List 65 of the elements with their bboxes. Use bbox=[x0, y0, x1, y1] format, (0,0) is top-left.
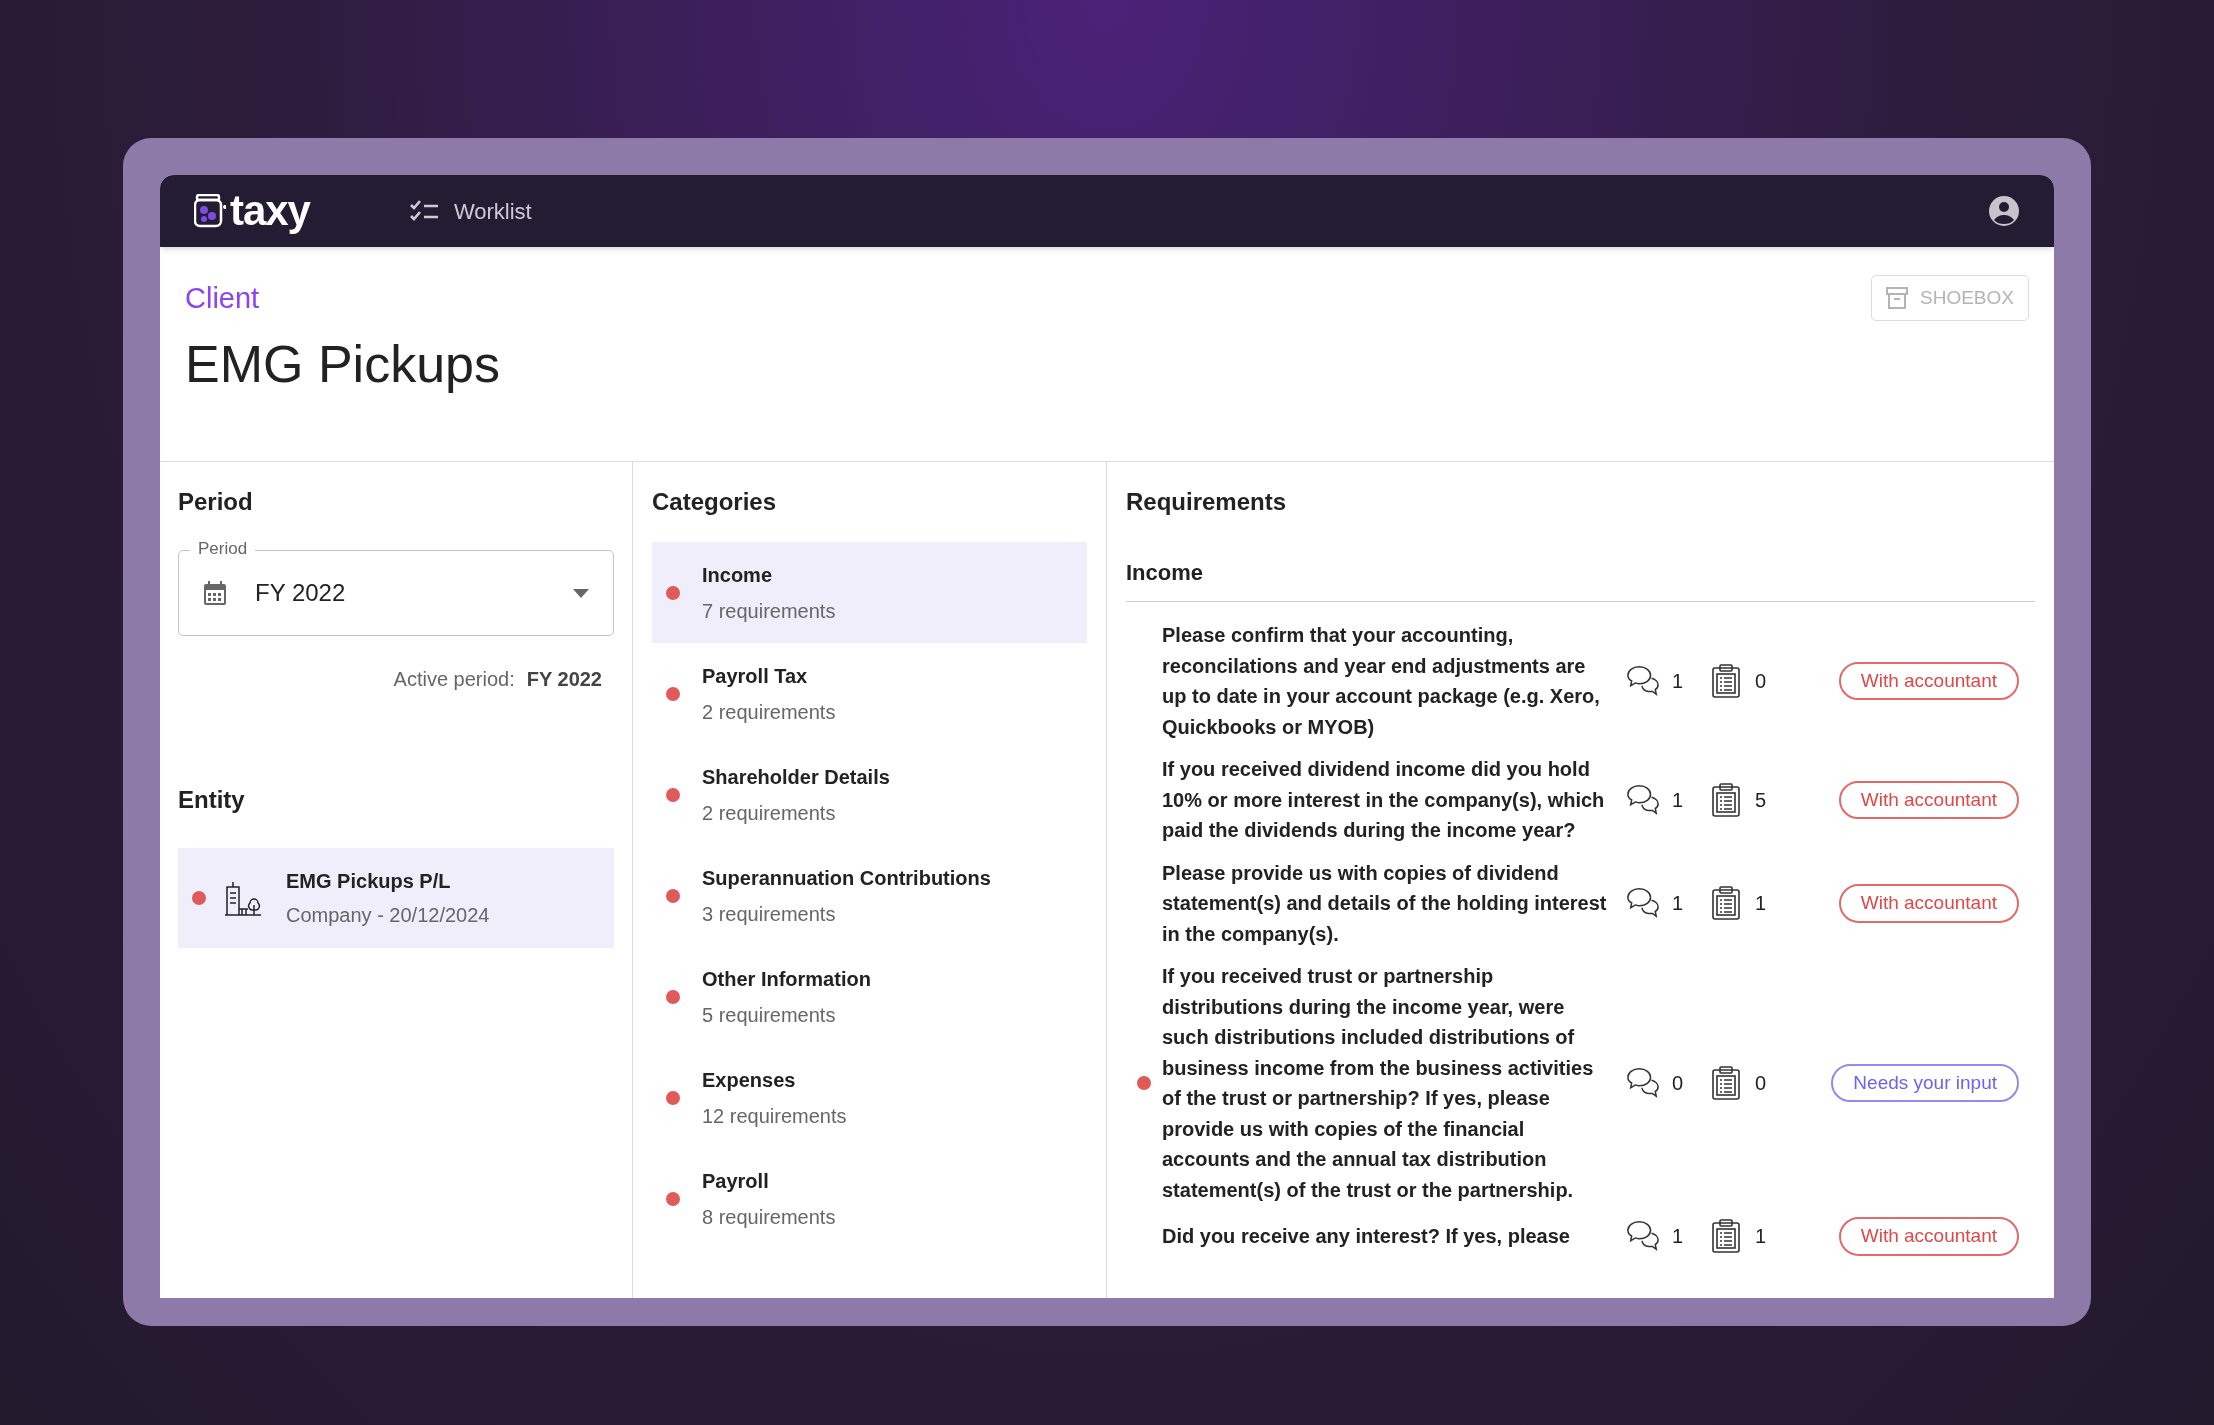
category-name: Income bbox=[702, 562, 774, 588]
comment-count: 1 bbox=[1672, 891, 1685, 917]
clipboard-icon bbox=[1710, 781, 1741, 818]
category-name: Superannuation Contributions bbox=[702, 865, 991, 891]
chat-bubbles-icon bbox=[1626, 1066, 1660, 1100]
category-count: 12 requirements bbox=[702, 1103, 847, 1129]
jar-logo-icon bbox=[194, 194, 226, 228]
section-heading: Income bbox=[1126, 556, 2035, 602]
category-count: 3 requirements bbox=[702, 901, 837, 927]
archive-icon bbox=[1886, 287, 1908, 309]
document-count: 1 bbox=[1754, 1224, 1766, 1250]
document-count: 5 bbox=[1754, 787, 1766, 813]
requirement-text: Please confirm that your accounting, reconcilations and year end adjustments are up to date in your account package (e.g. Xero, Quickbooks or MYOB) bbox=[1162, 623, 1601, 740]
period-value: FY 2022 bbox=[255, 578, 347, 608]
comment-count: 0 bbox=[1672, 1071, 1685, 1096]
category-item[interactable]: Income 7 requirements bbox=[652, 542, 1087, 643]
checklist-icon bbox=[409, 200, 440, 222]
comment-count: 1 bbox=[1672, 1224, 1685, 1250]
client-name: EMG Pickups bbox=[185, 333, 500, 395]
status-badge: With accountant bbox=[1838, 884, 2019, 923]
requirement-text: Please provide us with copies of dividend statement(s) and details of the holding interest in the company(s). bbox=[1162, 860, 1608, 947]
comment-count: 1 bbox=[1672, 787, 1685, 813]
category-name: Payroll Tax bbox=[702, 663, 809, 689]
document-count: 0 bbox=[1754, 1071, 1766, 1096]
status-badge: With accountant bbox=[1838, 1217, 2019, 1256]
status-badge: With accountant bbox=[1838, 780, 2019, 819]
requirement-text: If you received dividend income did you hold 10% or more interest in the company(s), which paid the dividends during the income year? bbox=[1162, 757, 1606, 843]
category-count: 7 requirements bbox=[702, 598, 836, 624]
account-icon[interactable] bbox=[1988, 195, 2020, 227]
category-name: Shareholder Details bbox=[702, 764, 890, 790]
requirement-text: Did you receive any interest? If yes, please bbox=[1162, 1224, 1571, 1249]
clipboard-icon bbox=[1710, 1065, 1741, 1101]
entity-name: EMG Pickups P/L bbox=[286, 869, 452, 894]
category-name: Other Information bbox=[702, 966, 871, 992]
entity-item[interactable]: EMG Pickups P/L Company - 20/12/2024 bbox=[178, 848, 614, 948]
category-count: 5 requirements bbox=[702, 1002, 837, 1028]
status-badge: Needs your input bbox=[1831, 1063, 2019, 1103]
entity-detail: Company - 20/12/2024 bbox=[286, 903, 490, 928]
category-count: 8 requirements bbox=[702, 1204, 836, 1230]
category-count: 2 requirements bbox=[702, 800, 837, 826]
requirement-text: If you received trust or partnership distributions during the income year, were such distributions included distributions of business income from the business activities of the trust or partnership? If yes, please provide us with copies of the financial accounts and the annual tax distribution statement(s) of the trust or the partnership. bbox=[1162, 964, 1595, 1203]
requirements-heading: Requirements bbox=[1126, 487, 1288, 517]
categories-heading: Categories bbox=[652, 487, 778, 517]
clipboard-icon bbox=[1710, 1218, 1741, 1255]
active-period-value: FY 2022 bbox=[526, 667, 602, 692]
category-name: Expenses bbox=[702, 1067, 797, 1093]
chat-bubbles-icon bbox=[1626, 664, 1660, 698]
client-label: Client bbox=[185, 281, 261, 316]
active-period-label: Active period: bbox=[393, 667, 515, 692]
calendar-icon bbox=[203, 580, 227, 606]
category-count: 2 requirements bbox=[702, 699, 836, 725]
document-count: 1 bbox=[1754, 891, 1766, 917]
nav-link[interactable]: Worklist bbox=[409, 194, 532, 228]
chat-bubbles-icon bbox=[1626, 782, 1660, 817]
document-count: 0 bbox=[1754, 669, 1766, 694]
category-name: Payroll bbox=[702, 1168, 770, 1194]
app-logo: taxy bbox=[230, 190, 310, 232]
dropdown-caret-icon bbox=[573, 588, 589, 598]
building-icon bbox=[224, 879, 262, 917]
status-badge: With accountant bbox=[1838, 661, 2019, 701]
clipboard-icon bbox=[1710, 885, 1741, 922]
comment-count: 1 bbox=[1672, 669, 1685, 694]
period-heading: Period bbox=[178, 487, 254, 517]
entity-heading: Entity bbox=[178, 785, 246, 815]
clipboard-icon bbox=[1710, 663, 1741, 699]
